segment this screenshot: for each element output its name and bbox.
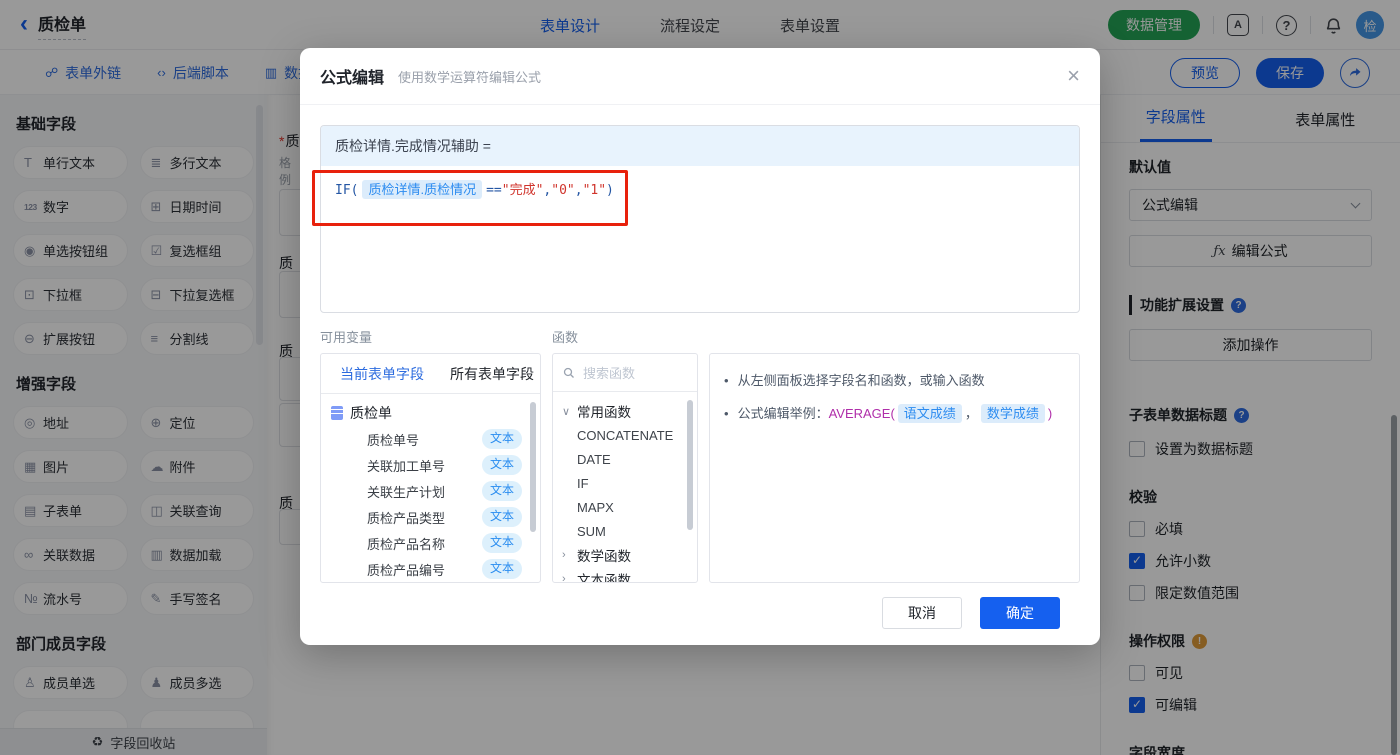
formula-keyword: IF(	[335, 183, 359, 198]
function-group-common[interactable]: ∨ 常用函数	[553, 399, 697, 423]
modal-title: 公式编辑	[320, 70, 385, 87]
functions-label: 函数	[552, 330, 579, 345]
formula-input-area[interactable]: IF(质检详情.质检情况 =="完成","0","1")	[321, 166, 1079, 211]
form-icon	[331, 406, 343, 420]
form-node[interactable]: 质检单	[321, 400, 540, 426]
function-item[interactable]: DATE	[553, 447, 697, 471]
formula-editor: 质检详情.完成情况辅助 = IF(质检详情.质检情况 =="完成","0","1"…	[320, 125, 1080, 313]
variable-row[interactable]: 质检产品编号 文本	[321, 556, 540, 582]
formula-string: "1"	[582, 183, 607, 198]
formula-field-chip[interactable]: 质检详情.质检情况	[362, 180, 483, 199]
variables-scrollbar[interactable]	[530, 402, 536, 532]
formula-string: "0"	[551, 183, 575, 198]
functions-scrollbar[interactable]	[687, 400, 693, 530]
variable-row[interactable]: 关联生产计划 文本	[321, 478, 540, 504]
functions-panel: 搜索函数 ∨ 常用函数 CONCATENATE DATE IF MAPX SUM	[552, 353, 698, 583]
type-badge: 文本	[481, 533, 522, 553]
function-group-math[interactable]: › 数学函数	[553, 543, 697, 567]
cancel-button[interactable]: 取消	[882, 597, 962, 629]
tab-all-form-fields[interactable]: 所有表单字段	[450, 364, 534, 384]
formula-target-expression: 质检详情.完成情况辅助 =	[321, 126, 1079, 166]
function-item[interactable]: IF	[553, 471, 697, 495]
example-field-chip: 数学成绩	[980, 403, 1045, 423]
formula-operator: ==	[486, 183, 502, 198]
chevron-right-icon: ›	[562, 549, 566, 561]
search-placeholder: 搜索函数	[583, 366, 636, 381]
variable-row[interactable]: 关联加工单号 文本	[321, 452, 540, 478]
variables-label: 可用变量	[320, 330, 373, 345]
variables-panel: 当前表单字段 所有表单字段 质检单 质检单号 文本 关联加工单号 文本 关联生产计划…	[320, 353, 541, 583]
type-badge: 文本	[481, 507, 522, 527]
help-panel: • 从左侧面板选择字段名和函数，或输入函数 • 公式编辑举例：AVERAGE(语…	[709, 353, 1080, 583]
type-badge: 文本	[481, 559, 522, 579]
close-icon[interactable]: ×	[1067, 65, 1080, 87]
type-badge: 文本	[481, 455, 522, 475]
chevron-down-icon: ∨	[562, 405, 571, 418]
function-item[interactable]: MAPX	[553, 495, 697, 519]
help-example: • 公式编辑举例：AVERAGE(语文成绩，数学成绩)	[724, 403, 1053, 423]
formula-editor-modal: 公式编辑 使用数学运算符编辑公式 × 质检详情.完成情况辅助 = IF(质检详情…	[300, 48, 1100, 645]
formula-keyword: )	[606, 183, 614, 198]
type-badge: 文本	[481, 429, 522, 449]
variable-row[interactable]: 质检单号 文本	[321, 426, 540, 452]
function-group-text[interactable]: › 文本函数	[553, 567, 697, 583]
function-search-input[interactable]: 搜索函数	[553, 354, 697, 392]
tab-current-form-fields[interactable]: 当前表单字段	[340, 364, 424, 384]
formula-string: "完成"	[501, 183, 544, 198]
modal-subtitle: 使用数学运算符编辑公式	[398, 69, 542, 85]
type-badge: 文本	[481, 481, 522, 501]
chevron-right-icon: ›	[562, 573, 566, 583]
search-icon	[563, 367, 574, 378]
function-item[interactable]: CONCATENATE	[553, 423, 697, 447]
variable-row[interactable]: 质检产品类型 文本	[321, 504, 540, 530]
help-tip: • 从左侧面板选择字段名和函数，或输入函数	[724, 373, 985, 388]
variable-row[interactable]: 质检产品名称 文本	[321, 530, 540, 556]
app-window: ‹ 质检单 表单设计 流程设定 表单设置 数据管理 A ? 检 ☍ 表单外链 ‹…	[0, 0, 1400, 755]
function-item[interactable]: SUM	[553, 519, 697, 543]
confirm-button[interactable]: 确定	[980, 597, 1060, 629]
example-field-chip: 语文成绩	[897, 403, 962, 423]
